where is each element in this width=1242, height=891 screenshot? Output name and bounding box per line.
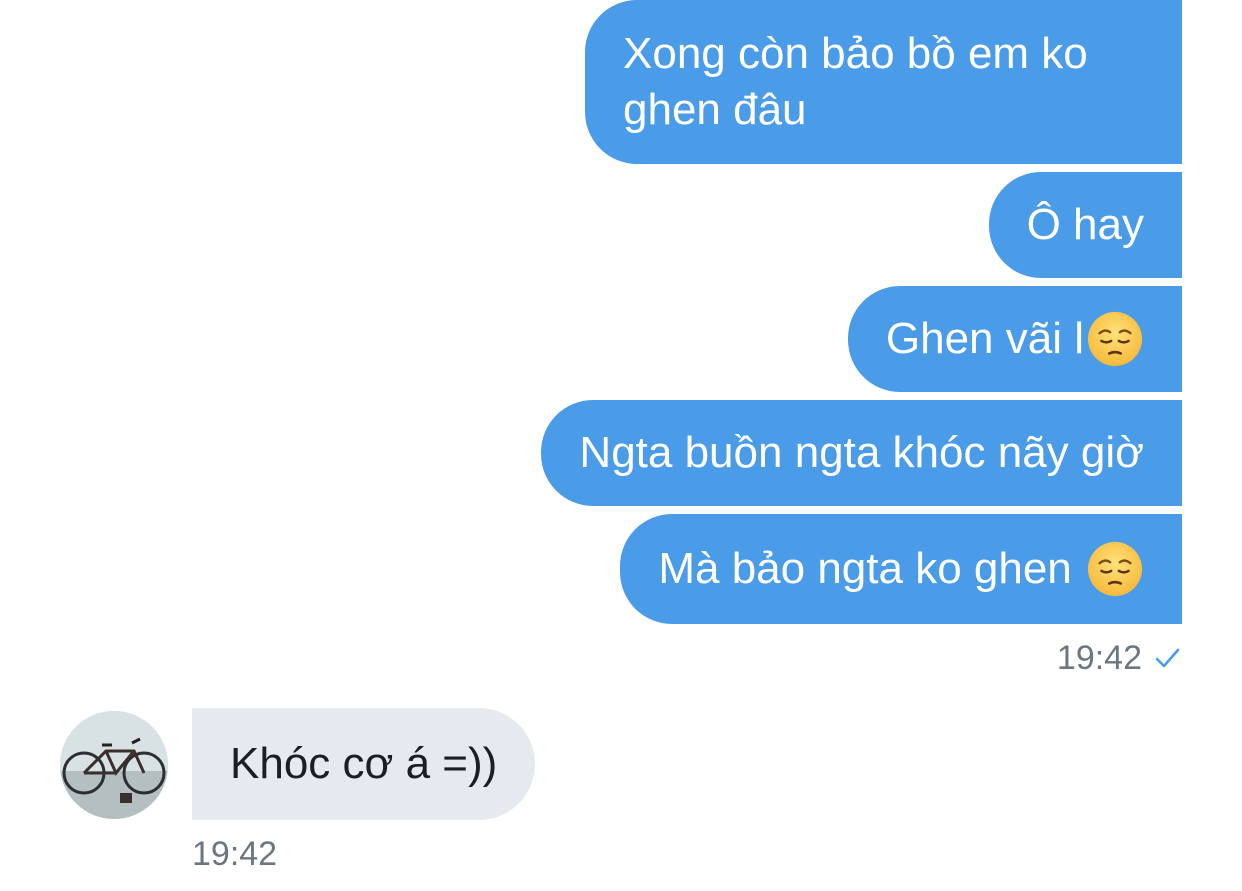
message-text: Khóc cơ á =)) <box>230 739 498 788</box>
checkmark-icon <box>1155 648 1180 668</box>
outgoing-timestamp: 19:42 <box>1056 638 1142 677</box>
outgoing-meta: 19:42 <box>1057 636 1182 680</box>
outgoing-message[interactable]: Ghen vãi l <box>847 286 1182 392</box>
pensive-face-icon <box>1087 541 1143 597</box>
message-text: Xong còn bảo bồ em ko ghen đâu <box>623 29 1088 134</box>
message-text: Ghen vãi l <box>885 314 1084 363</box>
outgoing-message[interactable]: Ô hay <box>988 172 1182 278</box>
message-text: Mà bảo ngta ko ghen <box>658 544 1084 593</box>
outgoing-message[interactable]: Xong còn bảo bồ em ko ghen đâu <box>585 0 1182 164</box>
message-text: Ô hay <box>1026 200 1144 249</box>
incoming-message[interactable]: Khóc cơ á =)) <box>192 708 536 820</box>
bicycle-photo <box>60 711 168 819</box>
outgoing-message[interactable]: Ngta buồn ngta khóc nãy giờ <box>541 400 1182 506</box>
avatar[interactable] <box>60 711 168 819</box>
chat-thread: Xong còn bảo bồ em ko ghen đâu Ô hay Ghe… <box>0 0 1242 891</box>
incoming-timestamp: 19:42 <box>192 835 278 873</box>
message-text: Ngta buồn ngta khóc nãy giờ <box>579 428 1144 477</box>
pensive-face-icon <box>1087 311 1143 367</box>
outgoing-message[interactable]: Mà bảo ngta ko ghen <box>620 514 1182 624</box>
